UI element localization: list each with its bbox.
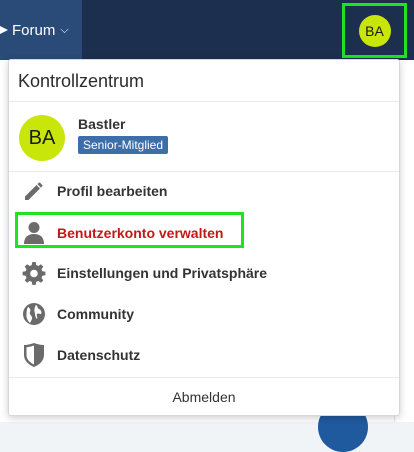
panel-title: Kontrollzentrum xyxy=(18,71,145,91)
logout-button[interactable]: Abmelden xyxy=(9,377,399,416)
avatar: BA xyxy=(358,14,391,47)
menu-item-privacy[interactable]: Datenschutz xyxy=(9,334,399,375)
account-menu-button[interactable]: BA xyxy=(342,3,407,58)
menu-item-edit-profile[interactable]: Profil bearbeiten xyxy=(9,170,399,211)
menu-item-settings[interactable]: Einstellungen und Privatsphäre xyxy=(9,252,399,293)
menu-item-label: Einstellungen und Privatsphäre xyxy=(57,264,268,281)
menu-item-label: Community xyxy=(57,305,134,322)
menu-item-label: Profil bearbeiten xyxy=(57,182,168,199)
user-avatar: BA xyxy=(19,115,65,161)
user-icon xyxy=(21,220,47,246)
forum-icon xyxy=(0,26,8,34)
menu-item-label: Datenschutz xyxy=(57,346,141,363)
chevron-down-icon: ⌵ xyxy=(60,23,69,36)
globe-icon xyxy=(21,301,47,327)
menu-item-manage-account[interactable]: Benutzerkonto verwalten xyxy=(9,212,399,253)
menu-item-label: Benutzerkonto verwalten xyxy=(57,224,224,241)
user-name[interactable]: Bastler xyxy=(78,116,125,132)
control-center-dropdown: Kontrollzentrum BA Bastler Senior-Mitgli… xyxy=(8,59,400,416)
shield-icon xyxy=(21,342,47,368)
user-summary[interactable]: BA Bastler Senior-Mitglied xyxy=(9,101,399,172)
user-rank-badge: Senior-Mitglied xyxy=(78,136,169,154)
menu-item-community[interactable]: Community xyxy=(9,293,399,334)
gear-icon xyxy=(21,260,47,286)
forum-menu-tab[interactable]: Forum ⌵ xyxy=(0,0,82,60)
forum-menu-label: Forum xyxy=(12,21,56,39)
pencil-icon xyxy=(21,178,47,204)
top-navigation-bar: Forum ⌵ BA xyxy=(0,0,414,60)
